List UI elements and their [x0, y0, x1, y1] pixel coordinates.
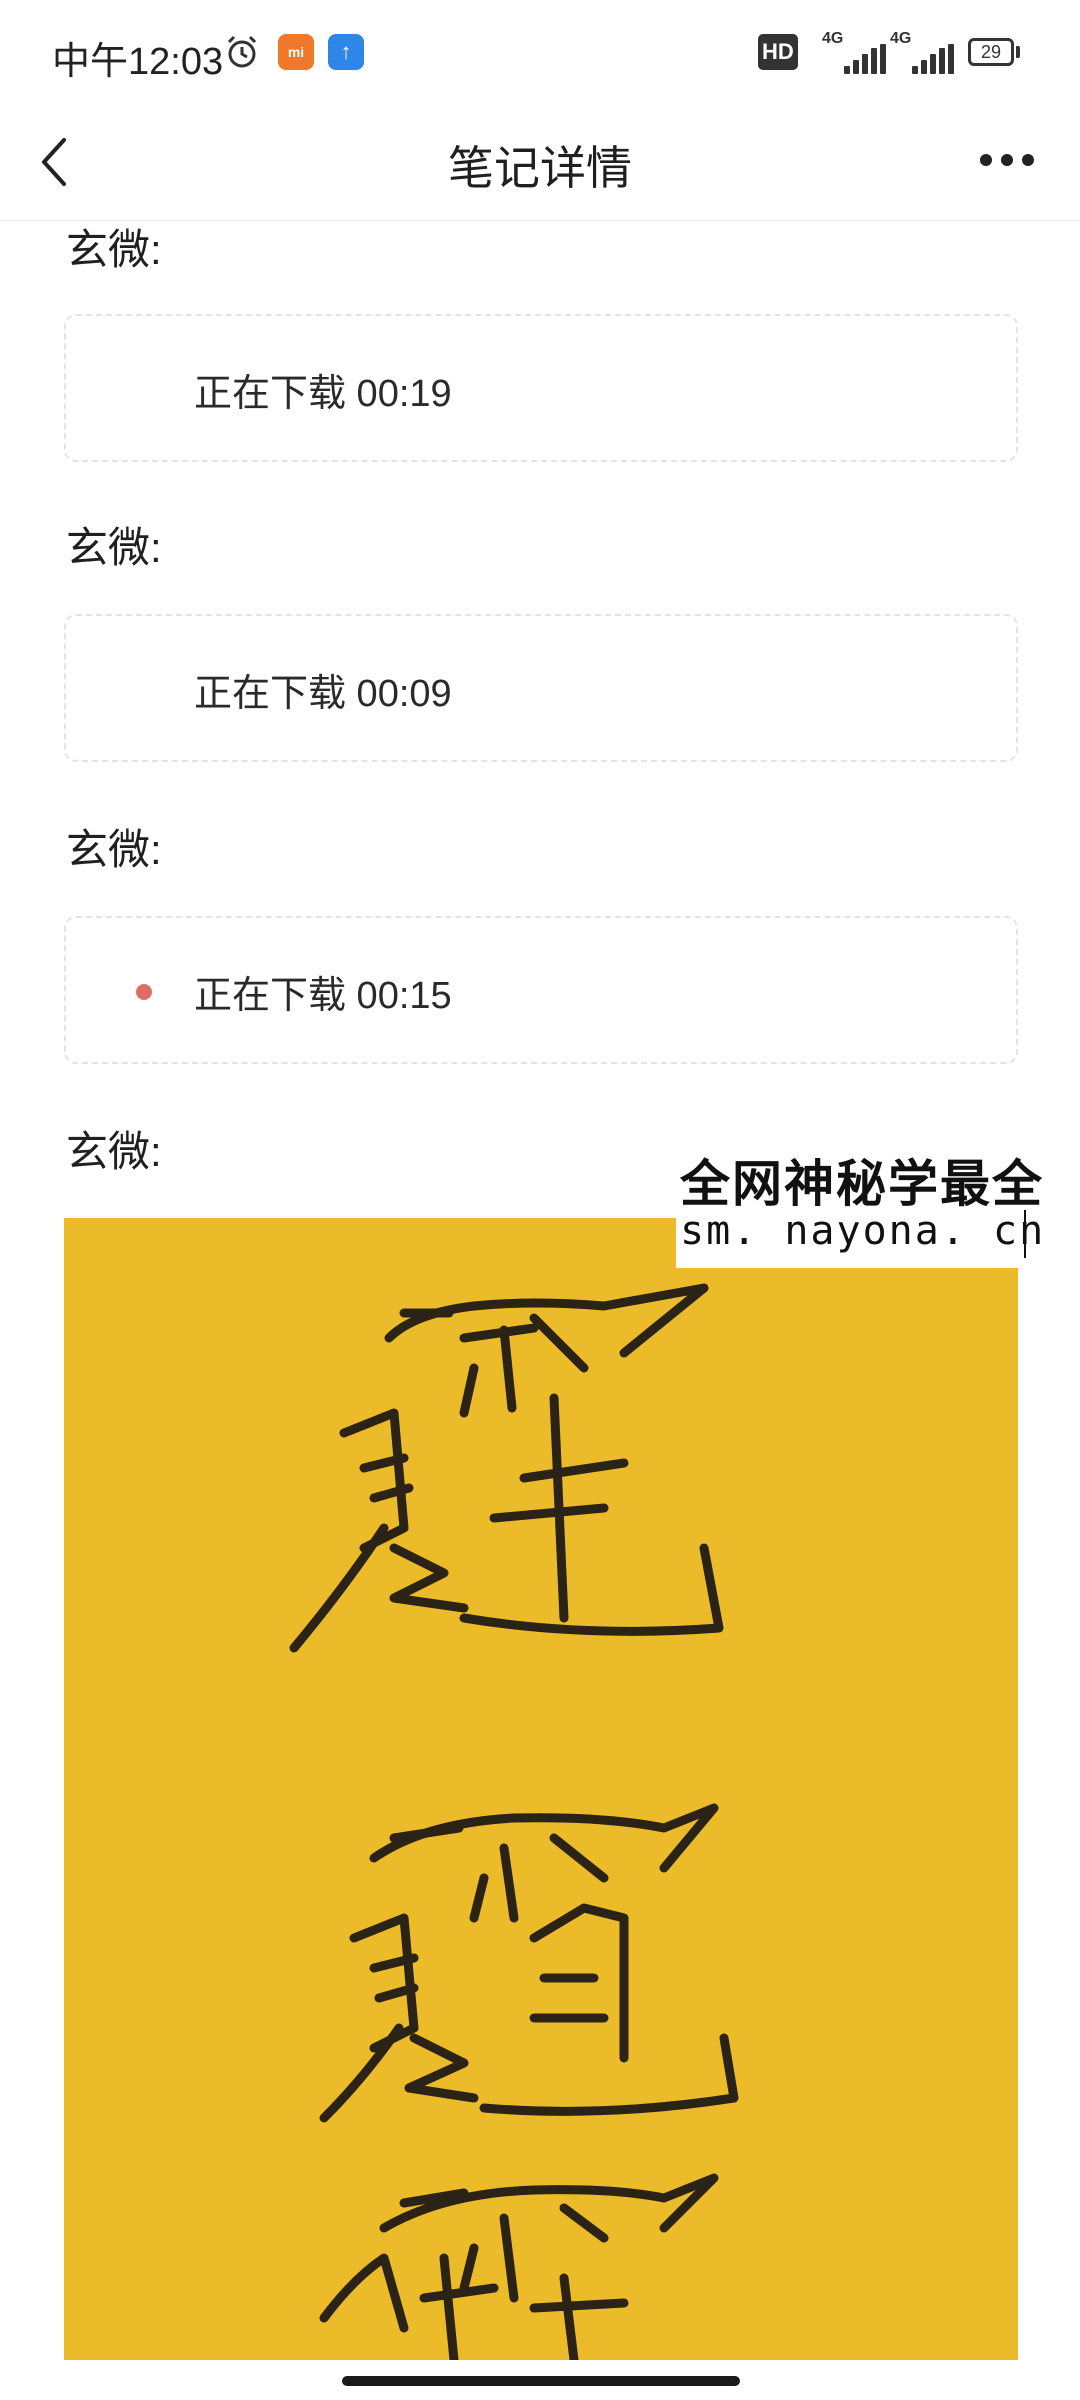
- audio-message[interactable]: 正在下载 00:09: [64, 614, 1018, 762]
- signal-icon-2: 4G: [890, 30, 960, 74]
- battery-level: 29: [980, 42, 1002, 62]
- audio-status: 正在下载 00:09: [194, 673, 452, 715]
- text-cursor: [1024, 1210, 1026, 1258]
- status-time: 中午12:03: [52, 41, 224, 83]
- mi-app-icon: mi: [278, 34, 314, 70]
- speaker-label: 玄微:: [66, 226, 162, 273]
- recording-dot-icon: [136, 984, 152, 1000]
- talisman-image[interactable]: [64, 1218, 1018, 2360]
- speaker-label: 玄微:: [66, 826, 162, 873]
- audio-message[interactable]: 正在下载 00:15: [64, 916, 1018, 1064]
- watermark-overlay: 全网神秘学最全 sm. nayona. cn: [676, 1140, 1080, 1268]
- upload-app-icon: ↑: [328, 34, 364, 70]
- audio-status: 正在下载 00:19: [194, 373, 452, 415]
- alarm-icon: [227, 35, 257, 68]
- audio-status: 正在下载 00:15: [194, 975, 452, 1017]
- battery-icon: 29: [968, 38, 1014, 66]
- audio-message[interactable]: 正在下载 00:19: [64, 314, 1018, 462]
- speaker-label: 玄微:: [66, 1128, 162, 1175]
- more-horizontal-icon[interactable]: [980, 154, 1034, 168]
- home-indicator[interactable]: [342, 2376, 740, 2386]
- watermark-line-1: 全网神秘学最全: [680, 1156, 1044, 1212]
- watermark-line-2: sm. nayona. cn: [680, 1208, 1046, 1254]
- page-title: 笔记详情: [448, 142, 632, 194]
- speaker-label: 玄微:: [66, 524, 162, 571]
- signal-icon-1: 4G: [822, 30, 892, 74]
- app-header: 笔记详情: [0, 104, 1080, 221]
- talisman-drawing: [289, 1283, 739, 2360]
- hd-voice-icon: HD: [758, 34, 798, 70]
- status-bar: 中午12:03 mi ↑ HD 4G 4G 29: [0, 0, 1080, 104]
